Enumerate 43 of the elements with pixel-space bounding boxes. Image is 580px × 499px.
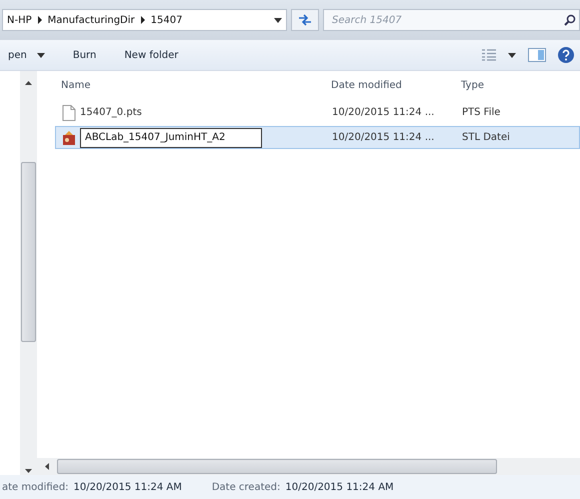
model-file-icon	[62, 130, 76, 146]
breadcrumb[interactable]: ManufacturingDir	[48, 14, 135, 26]
date-cell-text: 10/20/2015 11:24 ...	[332, 132, 436, 143]
preview-pane-icon[interactable]	[528, 48, 546, 62]
search-icon	[564, 14, 576, 26]
dropdown-arrow-icon[interactable]	[36, 52, 45, 58]
scroll-up-icon[interactable]	[25, 81, 32, 85]
scroll-down-icon[interactable]	[25, 469, 32, 473]
column-header[interactable]: Type	[461, 80, 541, 90]
view-list-icon[interactable]	[482, 49, 496, 61]
file-name[interactable]: 15407_0.pts	[80, 107, 142, 118]
breadcrumb[interactable]: N-HP	[7, 14, 32, 26]
scrollbar-thumb[interactable]	[21, 162, 36, 342]
help-icon[interactable]	[558, 47, 574, 63]
scroll-left-icon[interactable]	[45, 463, 49, 470]
horizontal-scrollbar[interactable]	[37, 458, 580, 475]
chevron-icon	[140, 16, 145, 24]
document-icon	[62, 104, 76, 120]
status-label: Date created:	[212, 482, 280, 492]
date-cell-text: 10/20/2015 11:24 ...	[332, 107, 436, 118]
address-bar[interactable]: N-HP ManufacturingDir 15407	[2, 9, 287, 31]
chevron-icon	[38, 16, 42, 24]
type-cell-text: STL Datei	[462, 132, 511, 143]
refresh-button[interactable]	[291, 9, 319, 31]
column-header[interactable]: Name	[55, 80, 331, 90]
vertical-scrollbar[interactable]	[20, 71, 37, 475]
dropdown-arrow-icon[interactable]	[508, 52, 516, 58]
refresh-arrows-icon[interactable]	[298, 14, 312, 26]
status-value: 10/20/2015 11:24 AM	[74, 482, 182, 492]
scrollbar-thumb[interactable]	[57, 459, 497, 474]
toolbar-button[interactable]: pen	[0, 46, 53, 64]
file-row[interactable]: 15407_0.pts 10/20/2015 11:24 ... PTS File	[55, 101, 580, 124]
column-header[interactable]: Date modified	[331, 80, 461, 90]
breadcrumb[interactable]: 15407	[150, 14, 182, 26]
search-field[interactable]: Search 15407	[323, 9, 580, 31]
toolbar-button[interactable]: Burn	[64, 46, 104, 64]
dropdown-arrow-icon[interactable]	[274, 18, 282, 22]
status-label: ate modified:	[2, 482, 69, 492]
status-value: 10/20/2015 11:24 AM	[285, 482, 394, 492]
file-row[interactable]: ABCLab_15407_JuminHT_A2 10/20/2015 11:24 ... STL Datei	[55, 126, 580, 149]
toolbar-button[interactable]: New folder	[116, 46, 186, 64]
type-cell-text: PTS File	[462, 107, 502, 118]
rename-field[interactable]: ABCLab_15407_JuminHT_A2	[80, 128, 262, 148]
